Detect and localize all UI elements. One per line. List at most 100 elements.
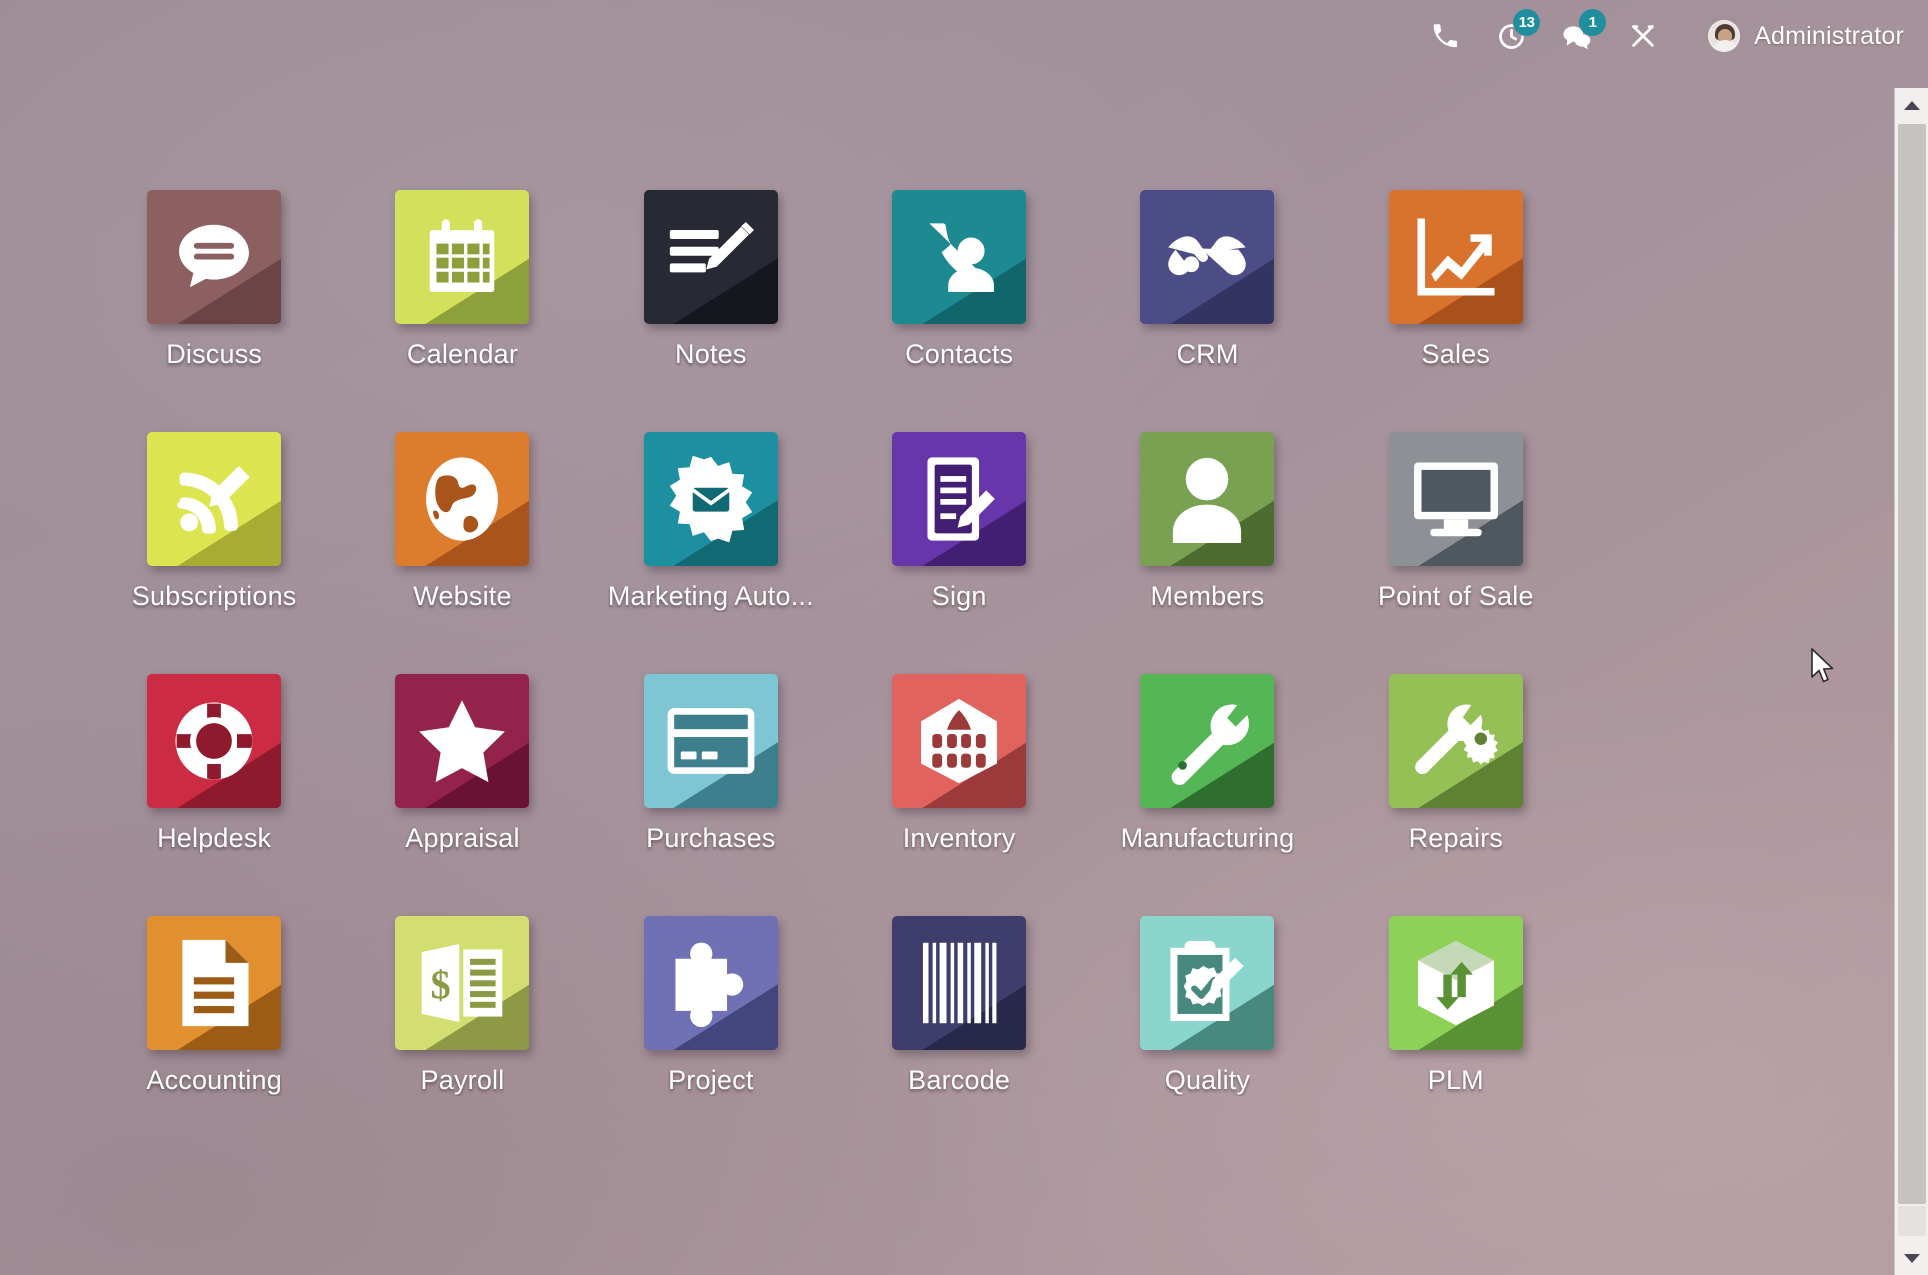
app-appraisal[interactable]: Appraisal [338,674,586,854]
warehouse-icon[interactable] [892,674,1027,808]
chart-up-icon[interactable] [1388,190,1523,324]
app-crm[interactable]: CRM [1083,190,1331,370]
app-label: Helpdesk [157,823,272,853]
app-label: Notes [675,339,747,369]
avatar [1708,20,1741,52]
app-label: Repairs [1408,823,1504,853]
icon-glyph [1410,458,1502,540]
app-manufacturing[interactable]: Manufacturing [1083,674,1331,854]
icon-glyph [1162,938,1252,1028]
activity-clock-icon[interactable]: 13 [1488,9,1541,59]
icon-glyph [171,214,257,300]
credit-card-icon[interactable] [643,674,778,808]
phone-icon[interactable] [1422,13,1468,59]
app-repairs[interactable]: Repairs [1332,674,1580,854]
app-label: Sign [931,581,987,611]
app-label: Accounting [146,1065,282,1095]
invoice-doc-icon[interactable] [147,916,282,1050]
app-marketing-auto[interactable]: Marketing Auto... [587,432,835,612]
app-label: Sales [1421,339,1491,369]
app-label: Quality [1164,1065,1251,1095]
icon-glyph [173,937,255,1029]
user-menu[interactable]: Administrator [1708,20,1904,52]
icon-glyph [915,214,1003,300]
desktop-screen: 13 1 Administrator Discuss Calendar Note… [0,0,1928,1275]
app-sign[interactable]: Sign [835,432,1083,612]
icon-glyph [666,217,756,297]
app-sales[interactable]: Sales [1332,190,1580,370]
app-label: PLM [1427,1065,1484,1095]
icon-glyph [1161,695,1253,787]
app-contacts[interactable]: Contacts [835,190,1083,370]
calendar-icon[interactable] [395,190,530,324]
icon-glyph: $ [415,939,509,1027]
icon-glyph [1412,938,1500,1028]
app-notes[interactable]: Notes [587,190,835,370]
app-helpdesk[interactable]: Helpdesk [90,674,338,854]
app-members[interactable]: Members [1083,432,1331,612]
rss-pencil-icon[interactable] [147,432,282,566]
apps-scroll-area[interactable]: Discuss Calendar Notes Contacts CRM Sale… [0,72,1892,1275]
star-icon[interactable] [395,674,530,808]
globe-icon[interactable] [395,432,530,566]
icon-glyph [915,696,1003,786]
messages-icon[interactable]: 1 [1554,9,1607,59]
icon-glyph [916,453,1002,545]
handshake-icon[interactable] [1140,190,1275,324]
app-calendar[interactable]: Calendar [338,190,586,370]
scroll-up-arrow-icon[interactable] [1895,88,1928,122]
vertical-scrollbar[interactable] [1894,88,1928,1275]
barcode-icon[interactable] [892,916,1027,1050]
tools-icon[interactable] [1620,13,1666,59]
phone-person-icon[interactable] [892,190,1027,324]
wrench-gear-icon[interactable] [1388,674,1523,808]
app-accounting[interactable]: Accounting [90,916,338,1096]
icon-glyph [1166,455,1248,543]
wrench-icon[interactable] [1140,674,1275,808]
app-quality[interactable]: Quality [1083,916,1331,1096]
app-payroll[interactable]: $ Payroll [338,916,586,1096]
app-website[interactable]: Website [338,432,586,612]
app-barcode[interactable]: Barcode [835,916,1083,1096]
life-ring-icon[interactable] [147,674,282,808]
app-label: Barcode [908,1065,1011,1095]
svg-text:$: $ [431,962,451,1007]
payslip-dollar-icon[interactable]: $ [395,916,530,1050]
app-discuss[interactable]: Discuss [90,190,338,370]
app-plm[interactable]: PLM [1332,916,1580,1096]
app-project[interactable]: Project [587,916,835,1096]
apps-grid: Discuss Calendar Notes Contacts CRM Sale… [90,72,1580,1096]
app-label: Point of Sale [1377,581,1534,611]
clipboard-check-icon[interactable] [1140,916,1275,1050]
app-point-of-sale[interactable]: Point of Sale [1332,432,1580,612]
person-icon[interactable] [1140,432,1275,566]
puzzle-piece-icon[interactable] [643,916,778,1050]
note-pencil-icon[interactable] [643,190,778,324]
box-arrows-icon[interactable] [1388,916,1523,1050]
app-purchases[interactable]: Purchases [587,674,835,854]
icon-glyph [665,939,757,1027]
app-label: Inventory [902,823,1016,853]
scroll-down-arrow-icon[interactable] [1895,1241,1928,1275]
app-label: Calendar [406,339,519,369]
app-label: Website [413,581,512,611]
icon-glyph [420,453,504,545]
speech-bubble-icon[interactable] [147,190,282,324]
icon-glyph [170,697,258,785]
app-label: Members [1150,581,1265,611]
scrollbar-track[interactable] [1898,1206,1926,1236]
messages-count-badge: 1 [1579,9,1607,36]
document-pen-icon[interactable] [892,432,1027,566]
app-subscriptions[interactable]: Subscriptions [90,432,338,612]
app-label: Appraisal [405,823,520,853]
gear-envelope-icon[interactable] [643,432,778,566]
app-label: Manufacturing [1120,823,1295,853]
icon-glyph [170,455,258,543]
monitor-icon[interactable] [1388,432,1523,566]
scrollbar-thumb[interactable] [1898,124,1926,1204]
icon-glyph [1161,221,1253,293]
app-label: Purchases [646,823,776,853]
icon-glyph [421,214,503,300]
app-inventory[interactable]: Inventory [835,674,1083,854]
app-label: Contacts [905,339,1014,369]
